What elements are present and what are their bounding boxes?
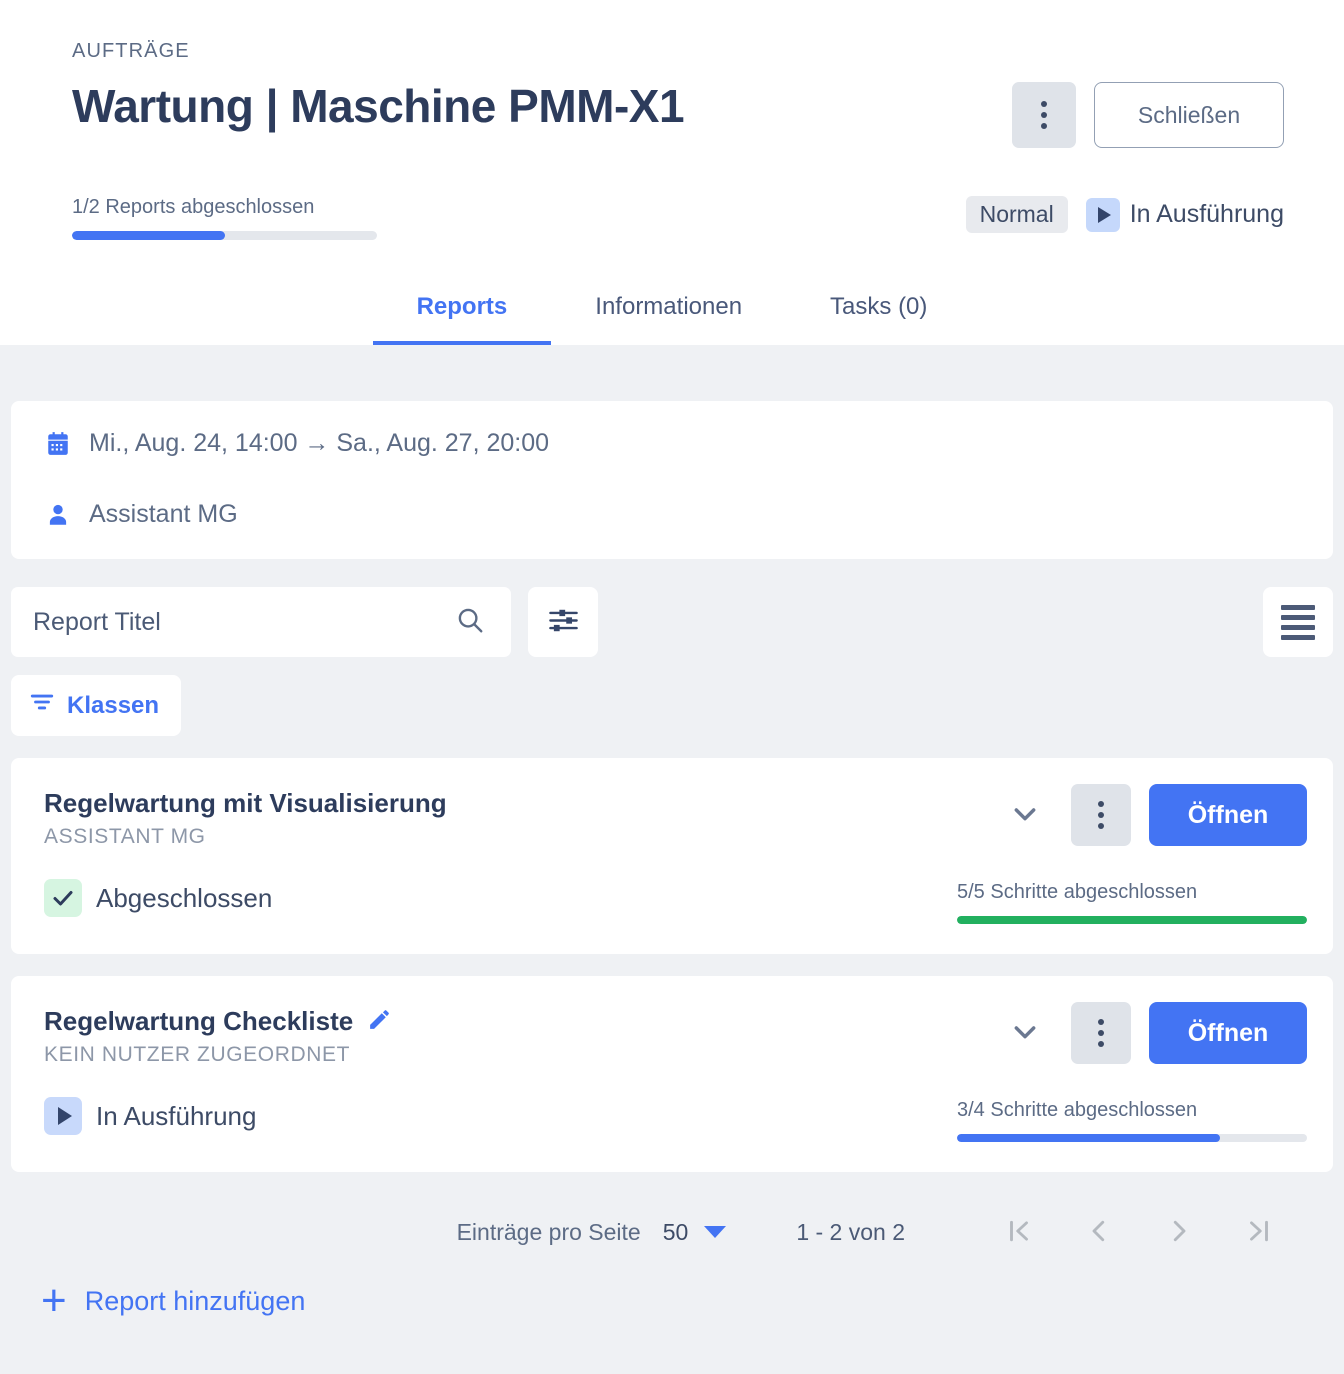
tab-tasks[interactable]: Tasks (0) <box>786 277 971 345</box>
first-page-button[interactable] <box>979 1202 1059 1262</box>
per-page-label: Einträge pro Seite <box>456 1218 641 1245</box>
pagination-range: 1 - 2 von 2 <box>796 1218 905 1245</box>
status-badge: In Ausführung <box>1085 197 1284 232</box>
more-vertical-icon <box>1098 823 1104 829</box>
report-steps-label: 3/4 Schritte abgeschlossen <box>957 1099 1198 1121</box>
date-range-text: Mi., Aug. 24, 14:00 → Sa., Aug. 27, 20:0… <box>89 429 550 457</box>
person-icon <box>45 502 71 528</box>
klassen-filter-button[interactable]: Klassen <box>11 675 182 736</box>
next-page-button[interactable] <box>1139 1202 1219 1262</box>
more-vertical-icon <box>1098 1041 1104 1047</box>
report-status-label: In Ausführung <box>96 1100 257 1131</box>
report-more-button[interactable] <box>1071 1002 1131 1064</box>
more-vertical-icon <box>1041 112 1047 118</box>
report-steps-progress: 5/5 Schritte abgeschlossen <box>957 881 1307 924</box>
play-icon <box>1085 197 1120 232</box>
list-view-icon <box>1281 634 1315 640</box>
report-status-label: Abgeschlossen <box>96 882 273 913</box>
priority-badge: Normal <box>965 196 1068 233</box>
search-box[interactable] <box>11 587 511 657</box>
pagination: Einträge pro Seite 50 1 - 2 von 2 <box>11 1202 1333 1262</box>
overall-progress-track <box>72 231 377 240</box>
report-open-button[interactable]: Öffnen <box>1149 784 1307 846</box>
tab-bar: Reports Informationen Tasks (0) <box>0 277 1344 345</box>
toolbar <box>11 587 1333 657</box>
report-steps-progress: 3/4 Schritte abgeschlossen <box>957 1099 1307 1142</box>
add-report-button[interactable]: + Report hinzufügen <box>11 1276 1333 1326</box>
previous-page-icon <box>1084 1216 1114 1249</box>
report-title: Regelwartung mit Visualisierung <box>44 788 447 818</box>
order-info-card: Mi., Aug. 24, 14:00 → Sa., Aug. 27, 20:0… <box>11 401 1333 559</box>
more-vertical-icon <box>1041 123 1047 129</box>
overall-progress-fill <box>72 231 225 240</box>
play-icon <box>44 1097 82 1135</box>
report-actions: Öffnen <box>997 1002 1307 1064</box>
pencil-icon[interactable] <box>367 1007 392 1037</box>
filter-settings-button[interactable] <box>528 587 598 657</box>
header-actions: Schließen <box>1012 82 1284 148</box>
status-row: Normal In Ausführung <box>965 196 1284 233</box>
date-range-row: Mi., Aug. 24, 14:00 → Sa., Aug. 27, 20:0… <box>45 429 1299 458</box>
more-vertical-icon <box>1098 1019 1104 1025</box>
search-input[interactable] <box>33 607 455 637</box>
list-view-button[interactable] <box>1263 587 1333 657</box>
overall-progress: 1/2 Reports abgeschlossen <box>72 196 377 240</box>
tab-informationen[interactable]: Informationen <box>551 277 786 345</box>
report-actions: Öffnen <box>997 784 1307 846</box>
more-vertical-icon <box>1098 812 1104 818</box>
check-icon <box>44 879 82 917</box>
report-steps-label: 5/5 Schritte abgeschlossen <box>957 881 1198 903</box>
report-expand-button[interactable] <box>997 788 1053 843</box>
report-steps-track <box>957 1134 1307 1142</box>
tab-reports[interactable]: Reports <box>372 277 552 345</box>
close-button[interactable]: Schließen <box>1094 82 1284 148</box>
more-vertical-icon <box>1041 101 1047 107</box>
report-open-button[interactable]: Öffnen <box>1149 1002 1307 1064</box>
per-page-value: 50 <box>662 1218 689 1245</box>
klassen-filter-label: Klassen <box>67 691 160 719</box>
previous-page-button[interactable] <box>1059 1202 1139 1262</box>
chevron-down-icon <box>1009 798 1041 833</box>
search-icon[interactable] <box>455 605 485 640</box>
report-expand-button[interactable] <box>997 1006 1053 1061</box>
last-page-icon <box>1244 1216 1274 1249</box>
header-more-button[interactable] <box>1012 82 1076 148</box>
plus-icon: + <box>41 1276 67 1326</box>
list-view-icon <box>1281 624 1315 630</box>
list-view-icon <box>1281 604 1315 610</box>
per-page-select[interactable]: 50 <box>663 1219 727 1246</box>
report-steps-fill <box>957 916 1307 924</box>
chevron-down-icon <box>704 1226 727 1238</box>
status-badge-label: In Ausführung <box>1129 200 1284 228</box>
filter-chip-row: Klassen <box>11 675 1333 736</box>
add-report-label: Report hinzufügen <box>84 1286 306 1316</box>
report-card[interactable]: Regelwartung Checkliste KEIN NUTZER ZUGE… <box>11 976 1333 1172</box>
more-vertical-icon <box>1098 1030 1104 1036</box>
overall-progress-label: 1/2 Reports abgeschlossen <box>72 196 315 218</box>
chevron-down-icon <box>1009 1016 1041 1051</box>
report-title: Regelwartung Checkliste <box>44 1006 354 1036</box>
report-more-button[interactable] <box>1071 784 1131 846</box>
list-view-icon <box>1281 614 1315 620</box>
report-steps-track <box>957 916 1307 924</box>
next-page-icon <box>1164 1216 1194 1249</box>
last-page-button[interactable] <box>1219 1202 1299 1262</box>
sliders-icon <box>547 604 580 640</box>
more-vertical-icon <box>1098 801 1104 807</box>
assignee-row: Assistant MG <box>45 500 1299 529</box>
calendar-icon <box>45 431 71 457</box>
assignee-name: Assistant MG <box>89 500 238 528</box>
page-header: AUFTRÄGE Wartung | Maschine PMM-X1 Schli… <box>0 0 1344 345</box>
breadcrumb: AUFTRÄGE <box>72 40 190 62</box>
first-page-icon <box>1004 1216 1034 1249</box>
filter-icon <box>29 689 55 722</box>
page-body: Mi., Aug. 24, 14:00 → Sa., Aug. 27, 20:0… <box>0 401 1344 1326</box>
report-card[interactable]: Regelwartung mit Visualisierung ASSISTAN… <box>11 758 1333 954</box>
report-steps-fill <box>957 1134 1220 1142</box>
